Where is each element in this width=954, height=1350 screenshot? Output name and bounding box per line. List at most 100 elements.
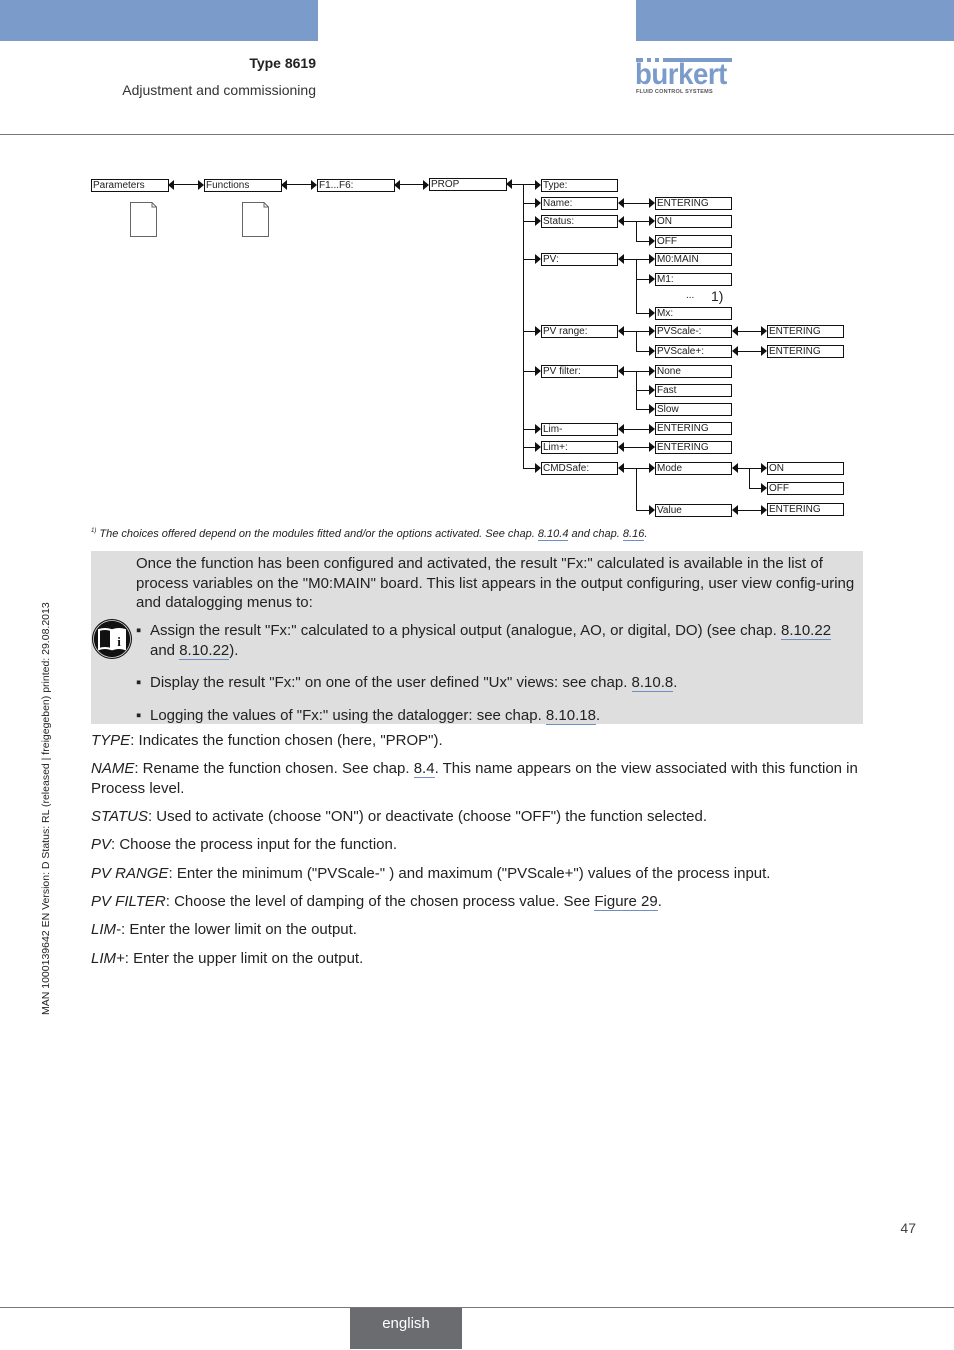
link-chapter-8-10-22[interactable]: 8.10.22 [179, 641, 230, 660]
link-chapter-8-16[interactable]: 8.16 [622, 528, 645, 541]
definition-term: PV [91, 836, 112, 853]
arrow-left-icon [281, 180, 287, 190]
document-metadata-margin: MAN 1000139642 EN Version: D Status: RL … [40, 602, 52, 1015]
definition-text: : Enter the upper limit on the output. [124, 950, 364, 967]
connector-line [636, 279, 649, 280]
connector-line [624, 429, 649, 430]
link-chapter-8-10-18[interactable]: 8.10.18 [545, 707, 596, 725]
connector-line [523, 429, 535, 430]
value-box-name-entering: ENTERING [655, 197, 732, 210]
value-box-pvscale-plus-entering: ENTERING [767, 345, 844, 358]
bullet-text: Assign the result "Fx:" calculated to a … [150, 622, 781, 639]
footer-divider [0, 1307, 954, 1308]
value-box-lim-minus-entering: ENTERING [655, 422, 732, 435]
option-box-filter-slow: Slow [655, 403, 732, 416]
footnote-mark: 1) [91, 528, 97, 534]
option-box-status-on: ON [655, 215, 732, 228]
option-box-pv-mx: Mx: [655, 307, 732, 320]
definition-term: PV FILTER [91, 893, 166, 910]
connector-line [523, 184, 535, 185]
connector-line [174, 184, 198, 185]
bullet-text: Display the result "Fx:" on one of the u… [150, 674, 632, 691]
connector-line [523, 203, 535, 204]
svg-text:i: i [117, 634, 121, 649]
link-chapter-8-10-22[interactable]: 8.10.22 [780, 622, 832, 640]
info-book-icon: i [92, 619, 132, 659]
link-chapter-8-10-4[interactable]: 8.10.4 [537, 528, 569, 541]
bullet-icon: ▪ [136, 674, 142, 691]
link-chapter-8-10-8[interactable]: 8.10.8 [631, 674, 674, 692]
footnote-text-end: . [644, 528, 648, 540]
definition-status: STATUS: Used to activate (choose "ON") o… [91, 807, 866, 827]
menu-box-pv-range: PV range: [541, 325, 618, 338]
note-bullet-item: ▪ Display the result "Fx:" on one of the… [136, 673, 856, 693]
definition-term: STATUS [91, 808, 148, 825]
option-box-pv-m1: M1: [655, 273, 732, 286]
menu-box-pv: PV: [541, 253, 618, 266]
option-box-filter-none: None [655, 365, 732, 378]
bullet-text: and [150, 641, 180, 659]
connector-line [636, 468, 637, 510]
option-box-mode-on: ON [767, 462, 844, 475]
definition-pv: PV: Choose the process input for the fun… [91, 835, 866, 855]
arrow-right-icon [198, 180, 204, 190]
definition-text: : Enter the lower limit on the output. [121, 921, 357, 938]
menu-box-pv-filter: PV filter: [541, 365, 618, 378]
connector-line [624, 203, 649, 204]
definition-text: : Enter the minimum ("PVScale-" ) and ma… [168, 865, 771, 882]
option-box-mode-off: OFF [767, 482, 844, 495]
menu-box-name: Name: [541, 197, 618, 210]
definition-text: : Indicates the function chosen (here, "… [130, 732, 443, 749]
note-intro: Once the function has been configured an… [136, 555, 855, 611]
menu-structure-diagram: Parameters Functions F1...F6: PROP Type:… [0, 0, 954, 530]
menu-box-pvscale-minus: PVScale-: [655, 325, 732, 338]
connector-line [636, 390, 649, 391]
definition-term: NAME [91, 760, 135, 777]
connector-line [636, 241, 649, 242]
definition-text: . [657, 893, 662, 910]
connector-line [636, 259, 637, 313]
definition-text: : Choose the process input for the funct… [111, 836, 398, 853]
connector-line [636, 221, 637, 241]
definition-pv-range: PV RANGE: Enter the minimum ("PVScale-" … [91, 864, 866, 884]
definition-name: NAME: Rename the function chosen. See ch… [91, 759, 866, 798]
value-box-value-entering: ENTERING [767, 503, 844, 516]
link-figure-29[interactable]: Figure 29 [594, 893, 658, 911]
definition-term: LIM+ [91, 950, 125, 967]
connector-line [523, 447, 535, 448]
arrow-left-icon [168, 180, 174, 190]
definition-text: : Choose the level of damping of the cho… [165, 893, 595, 910]
bullet-text: . [595, 707, 601, 724]
connector-line [636, 351, 649, 352]
footnote-reference-mark: 1) [711, 288, 724, 304]
bullet-text: . [673, 674, 678, 691]
option-box-pv-m0-main: M0:MAIN [655, 253, 732, 266]
note-bullet-item: ▪ Logging the values of "Fx:" using the … [136, 706, 856, 726]
bullet-text: ). [229, 641, 239, 659]
connector-line [636, 313, 649, 314]
connector-line [523, 468, 535, 469]
bullet-icon: ▪ [136, 707, 142, 724]
document-icon [242, 202, 269, 237]
footnote-text-mid: and chap. [568, 528, 623, 540]
menu-box-f1-f6: F1...F6: [317, 179, 395, 192]
definition-term: PV RANGE [91, 865, 169, 882]
option-box-filter-fast: Fast [655, 384, 732, 397]
connector-line [636, 409, 649, 410]
footnote-text: The choices offered depend on the module… [99, 528, 538, 540]
definition-lim-minus: LIM-: Enter the lower limit on the outpu… [91, 920, 866, 940]
trunk-line [523, 184, 524, 468]
link-chapter-8-4[interactable]: 8.4 [413, 760, 435, 778]
definition-pv-filter: PV FILTER: Choose the level of damping o… [91, 892, 866, 912]
arrow-right-icon [311, 180, 317, 190]
menu-box-functions: Functions [204, 179, 282, 192]
connector-line [287, 184, 311, 185]
value-box-lim-plus-entering: ENTERING [655, 441, 732, 454]
connector-line [749, 468, 750, 488]
definition-type: TYPE: Indicates the function chosen (her… [91, 731, 866, 751]
info-note-box: i Once the function has been configured … [91, 551, 863, 726]
arrow-right-icon [423, 180, 429, 190]
definition-text: : Used to activate (choose "ON") or deac… [147, 808, 708, 825]
footnote: 1) The choices offered depend on the mod… [91, 528, 648, 541]
menu-box-status: Status: [541, 215, 618, 228]
